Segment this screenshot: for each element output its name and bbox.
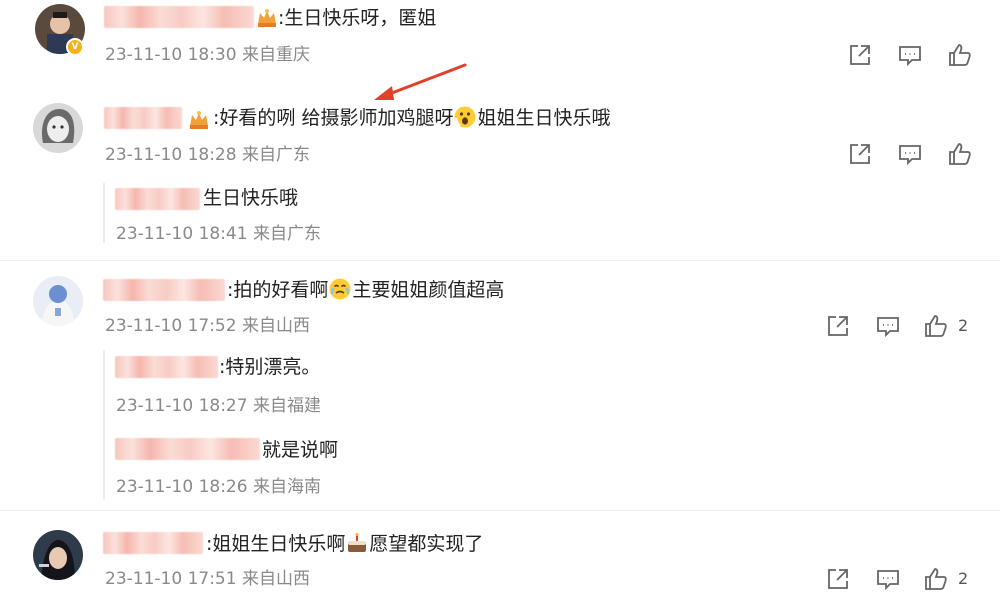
reply-text: 生日快乐哦 [203, 187, 299, 209]
divider [0, 260, 1000, 261]
username-blurred[interactable] [104, 107, 182, 129]
reply-text: 就是说啊 [262, 439, 339, 461]
comment-icon[interactable] [897, 42, 923, 68]
share-icon[interactable] [847, 141, 873, 167]
reply-meta: 23-11-10 18:26 来自海南 [116, 477, 321, 497]
like-count: 2 [958, 569, 969, 588]
comment-text-part: :好看的咧 给摄影师加鸡腿呀 [213, 107, 454, 129]
username-blurred[interactable] [103, 279, 225, 301]
username-blurred[interactable] [115, 438, 260, 460]
share-icon[interactable] [825, 313, 851, 339]
comment-meta: 23-11-10 18:30 来自重庆 [105, 45, 310, 65]
comment-icon[interactable] [875, 566, 901, 592]
thumbs-up-icon[interactable] [947, 141, 973, 167]
username-blurred[interactable] [103, 532, 203, 554]
comment-text: :姐姐生日快乐啊 愿望都实现了 [206, 532, 483, 556]
comment-text: :好看的咧 给摄影师加鸡腿呀 姐姐生日快乐哦 [213, 106, 610, 130]
username-blurred[interactable] [115, 188, 200, 210]
share-icon[interactable] [825, 566, 851, 592]
avatar[interactable] [33, 103, 83, 153]
reply-text: :特别漂亮。 [219, 356, 321, 378]
comment-text-part: :姐姐生日快乐啊 [206, 533, 346, 555]
avatar[interactable] [33, 276, 83, 326]
cake-emoji-icon [346, 532, 368, 554]
comment-meta: 23-11-10 17:51 来自山西 [105, 569, 310, 589]
comment-text: :拍的好看啊 主要姐姐颜值超高 [227, 278, 504, 302]
comment-text-part: 愿望都实现了 [369, 533, 484, 555]
shocked-emoji-icon [454, 106, 476, 128]
crown-icon [256, 8, 278, 28]
reply-divider [103, 350, 105, 500]
thumbs-up-icon[interactable] [923, 566, 949, 592]
avatar[interactable] [33, 530, 83, 580]
share-icon[interactable] [847, 42, 873, 68]
like-count: 2 [958, 316, 969, 335]
comment-meta: 23-11-10 18:28 来自广东 [105, 145, 310, 165]
comment-text: :生日快乐呀，匿姐 [278, 7, 437, 29]
divider [0, 510, 1000, 511]
username-blurred[interactable] [104, 6, 254, 28]
reply-meta: 23-11-10 18:27 来自福建 [116, 396, 321, 416]
comment-meta: 23-11-10 17:52 来自山西 [105, 316, 310, 336]
crown-icon [188, 110, 210, 130]
comment-text-part: 姐姐生日快乐哦 [477, 107, 611, 129]
thumbs-up-icon[interactable] [947, 42, 973, 68]
crying-emoji-icon [329, 278, 351, 300]
username-blurred[interactable] [115, 356, 218, 378]
annotation-arrow [374, 63, 467, 100]
comment-icon[interactable] [897, 141, 923, 167]
comment-text-part: 主要姐姐颜值超高 [352, 279, 505, 301]
reply-meta: 23-11-10 18:41 来自广东 [116, 224, 321, 244]
verified-badge-icon: V [66, 38, 84, 56]
comment-text-part: :拍的好看啊 [227, 279, 329, 301]
reply-divider [103, 183, 105, 243]
comment-icon[interactable] [875, 313, 901, 339]
thumbs-up-icon[interactable] [923, 313, 949, 339]
